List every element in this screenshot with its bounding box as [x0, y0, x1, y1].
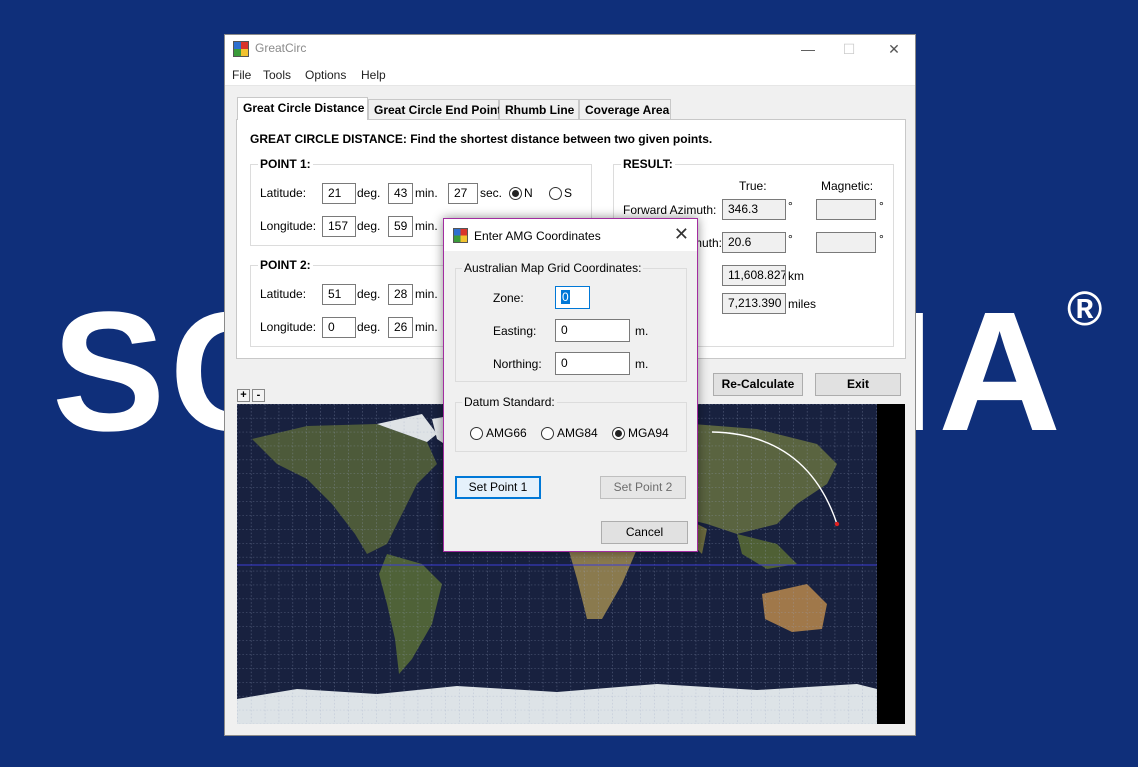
min-label: min.	[415, 320, 438, 334]
datum-amg84-radio[interactable]	[541, 427, 554, 440]
easting-input[interactable]: 0	[555, 319, 630, 342]
point1-lat-sec-input[interactable]: 27	[448, 183, 478, 204]
tab-rhumb-line[interactable]: Rhumb Line	[499, 99, 579, 119]
south-label: S	[564, 186, 573, 200]
forward-azimuth-label: Forward Azimuth:	[623, 203, 717, 217]
dialog-app-icon	[453, 228, 468, 243]
point1-south-radio[interactable]	[549, 187, 562, 200]
close-button[interactable]: ✕	[882, 39, 906, 59]
menu-tools[interactable]: Tools	[263, 68, 291, 82]
amg-group: Australian Map Grid Coordinates: Zone: 0…	[455, 261, 687, 382]
cancel-button[interactable]: Cancel	[601, 521, 688, 544]
point1-north-radio[interactable]	[509, 187, 522, 200]
registered-mark: ®	[1067, 283, 1107, 336]
dialog-close-button[interactable]: ✕	[674, 224, 689, 245]
datum-amg66-label: AMG66	[486, 426, 527, 440]
point1-lon-deg-input[interactable]: 157	[322, 216, 356, 237]
menu-help[interactable]: Help	[361, 68, 386, 82]
km-unit: km	[788, 269, 804, 283]
forward-azimuth-magnetic-field	[816, 199, 876, 220]
menu-options[interactable]: Options	[305, 68, 346, 82]
datum-mga94-label: MGA94	[628, 426, 669, 440]
point2-lat-deg-input[interactable]: 51	[322, 284, 356, 305]
point2-lon-min-input[interactable]: 26	[388, 317, 413, 338]
easting-unit: m.	[635, 324, 649, 338]
sec-label: sec.	[480, 186, 503, 200]
point2-label: POINT 2:	[258, 258, 313, 272]
point1-latitude-label: Latitude:	[260, 186, 307, 200]
point2-latitude-label: Latitude:	[260, 287, 307, 301]
dialog-title: Enter AMG Coordinates	[474, 229, 601, 243]
minimize-button[interactable]: —	[796, 39, 820, 59]
northing-label: Northing:	[493, 357, 542, 371]
back-azimuth-magnetic-field	[816, 232, 876, 253]
tab-coverage-area[interactable]: Coverage Area	[579, 99, 671, 119]
point2-lon-deg-input[interactable]: 0	[322, 317, 356, 338]
recalculate-button[interactable]: Re-Calculate	[713, 373, 803, 396]
datum-group: Datum Standard: AMG66 AMG84 MGA94	[455, 395, 687, 452]
min-label: min.	[415, 186, 438, 200]
zoom-out-button[interactable]: -	[252, 389, 265, 402]
datum-amg66-radio[interactable]	[470, 427, 483, 440]
app-icon	[233, 41, 249, 57]
deg-label: deg.	[357, 287, 381, 301]
deg-label: deg.	[357, 320, 381, 334]
easting-label: Easting:	[493, 324, 537, 338]
datum-mga94-radio[interactable]	[612, 427, 625, 440]
window-title: GreatCirc	[255, 41, 307, 55]
northing-unit: m.	[635, 357, 649, 371]
magnetic-column-header: Magnetic:	[821, 179, 874, 193]
degree-sign: °	[879, 232, 884, 246]
menu-file[interactable]: File	[232, 68, 251, 82]
menu-bar: File Tools Options Help	[225, 63, 915, 86]
distance-km-field: 11,608.827	[722, 265, 786, 286]
exit-button[interactable]: Exit	[815, 373, 901, 396]
point2-lat-min-input[interactable]: 28	[388, 284, 413, 305]
tab-great-circle-distance[interactable]: Great Circle Distance	[237, 97, 368, 120]
panel-heading: GREAT CIRCLE DISTANCE: Find the shortest…	[250, 132, 713, 146]
zone-input[interactable]: 0	[555, 286, 590, 309]
point1-longitude-label: Longitude:	[260, 219, 317, 233]
degree-sign: °	[879, 199, 884, 213]
miles-unit: miles	[788, 297, 817, 311]
zoom-in-button[interactable]: +	[237, 389, 250, 402]
point2-longitude-label: Longitude:	[260, 320, 317, 334]
degree-sign: °	[788, 232, 793, 246]
deg-label: deg.	[357, 219, 381, 233]
forward-azimuth-true-field: 346.3	[722, 199, 786, 220]
point1-lat-deg-input[interactable]: 21	[322, 183, 356, 204]
min-label: min.	[415, 287, 438, 301]
zone-label: Zone:	[493, 291, 524, 305]
back-azimuth-true-field: 20.6	[722, 232, 786, 253]
amg-coordinates-dialog: Enter AMG Coordinates ✕ Australian Map G…	[443, 218, 698, 552]
point1-lon-min-input[interactable]: 59	[388, 216, 413, 237]
dialog-title-bar[interactable]: Enter AMG Coordinates ✕	[444, 219, 697, 251]
result-label: RESULT:	[621, 157, 675, 171]
northing-input[interactable]: 0	[555, 352, 630, 375]
north-label: N	[524, 186, 533, 200]
datum-amg84-label: AMG84	[557, 426, 598, 440]
set-point1-button[interactable]: Set Point 1	[455, 476, 541, 499]
distance-miles-field: 7,213.390	[722, 293, 786, 314]
zone-value: 0	[561, 290, 570, 304]
deg-label: deg.	[357, 186, 381, 200]
true-column-header: True:	[739, 179, 767, 193]
set-point2-button[interactable]: Set Point 2	[600, 476, 686, 499]
degree-sign: °	[788, 199, 793, 213]
tab-great-circle-end-point[interactable]: Great Circle End Point	[368, 99, 501, 119]
amg-group-label: Australian Map Grid Coordinates:	[462, 261, 644, 275]
datum-group-label: Datum Standard:	[462, 395, 557, 409]
min-label: min.	[415, 219, 438, 233]
point1-lat-min-input[interactable]: 43	[388, 183, 413, 204]
point1-label: POINT 1:	[258, 157, 313, 171]
maximize-button[interactable]: ☐	[837, 39, 861, 59]
title-bar[interactable]: GreatCirc — ☐ ✕	[225, 35, 915, 63]
